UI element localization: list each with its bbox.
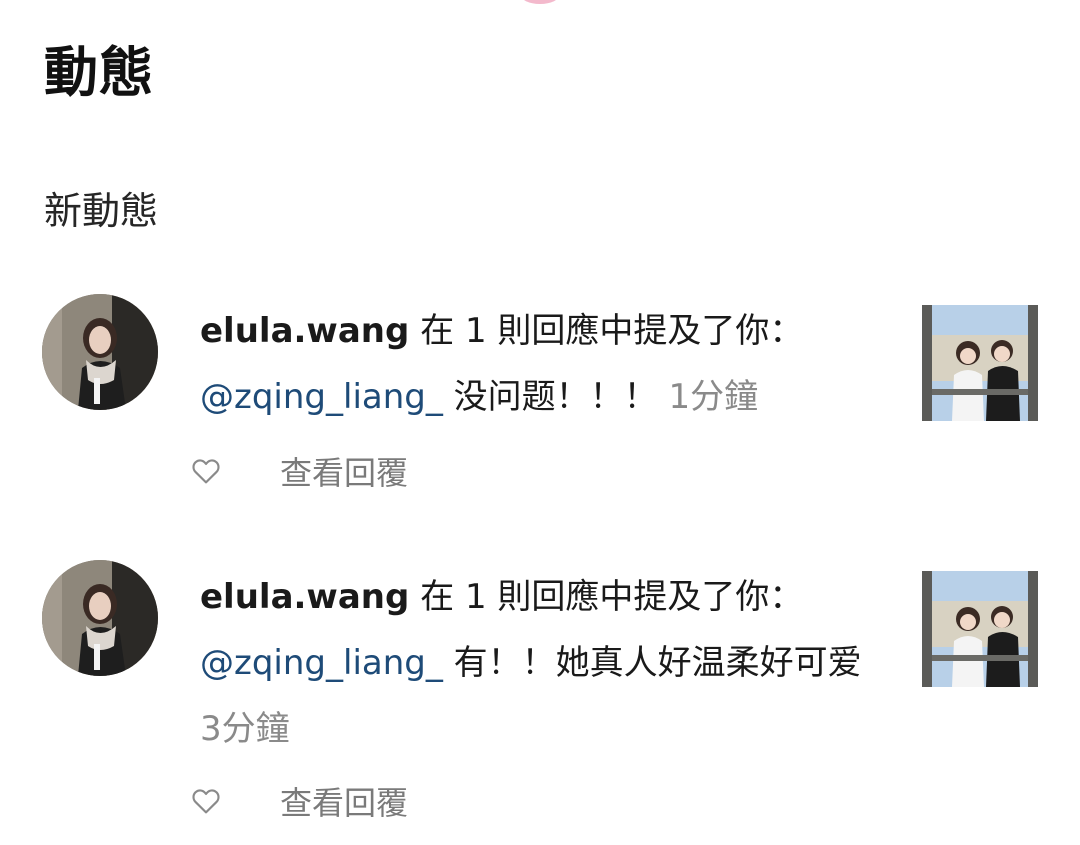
notification-text: elula.wang 在 1 則回應中提及了你： @zqing_liang_ 没… xyxy=(200,298,880,430)
timestamp: 3分鐘 xyxy=(200,709,290,749)
thumbnail-image xyxy=(922,571,1038,687)
action-text: 在 1 則回應中提及了你： xyxy=(409,311,804,351)
section-title: 新動態 xyxy=(44,189,159,233)
notification-actions: 查看回覆 xyxy=(190,446,408,496)
comment-text: 有！！她真人好温柔好可爱 xyxy=(442,643,862,683)
activity-page: 動態 新動態 elula.wang 在 1 則回應中提及了你： @zqing_l… xyxy=(0,0,1080,845)
avatar[interactable] xyxy=(42,560,158,676)
avatar-image xyxy=(42,294,158,410)
username[interactable]: elula.wang xyxy=(200,311,409,351)
heart-outline-icon[interactable] xyxy=(190,785,222,817)
thumbnail-image xyxy=(922,305,1038,421)
avatar-image xyxy=(42,560,158,676)
notification-actions: 查看回覆 xyxy=(190,776,408,826)
mention-link[interactable]: @zqing_liang_ xyxy=(200,643,443,683)
heart-outline-icon[interactable] xyxy=(190,455,222,487)
pull-indicator xyxy=(520,0,560,4)
comment-text: 没问题！！！ xyxy=(442,377,669,417)
post-thumbnail[interactable] xyxy=(922,571,1038,687)
avatar[interactable] xyxy=(42,294,158,410)
view-replies-link[interactable]: 查看回覆 xyxy=(280,448,408,494)
view-replies-link[interactable]: 查看回覆 xyxy=(280,778,408,824)
username[interactable]: elula.wang xyxy=(200,577,409,617)
mention-link[interactable]: @zqing_liang_ xyxy=(200,377,443,417)
action-text: 在 1 則回應中提及了你： xyxy=(409,577,804,617)
timestamp: 1分鐘 xyxy=(668,377,759,417)
notification-text: elula.wang 在 1 則回應中提及了你： @zqing_liang_ 有… xyxy=(200,564,880,762)
post-thumbnail[interactable] xyxy=(922,305,1038,421)
page-title: 動態 xyxy=(44,41,154,104)
